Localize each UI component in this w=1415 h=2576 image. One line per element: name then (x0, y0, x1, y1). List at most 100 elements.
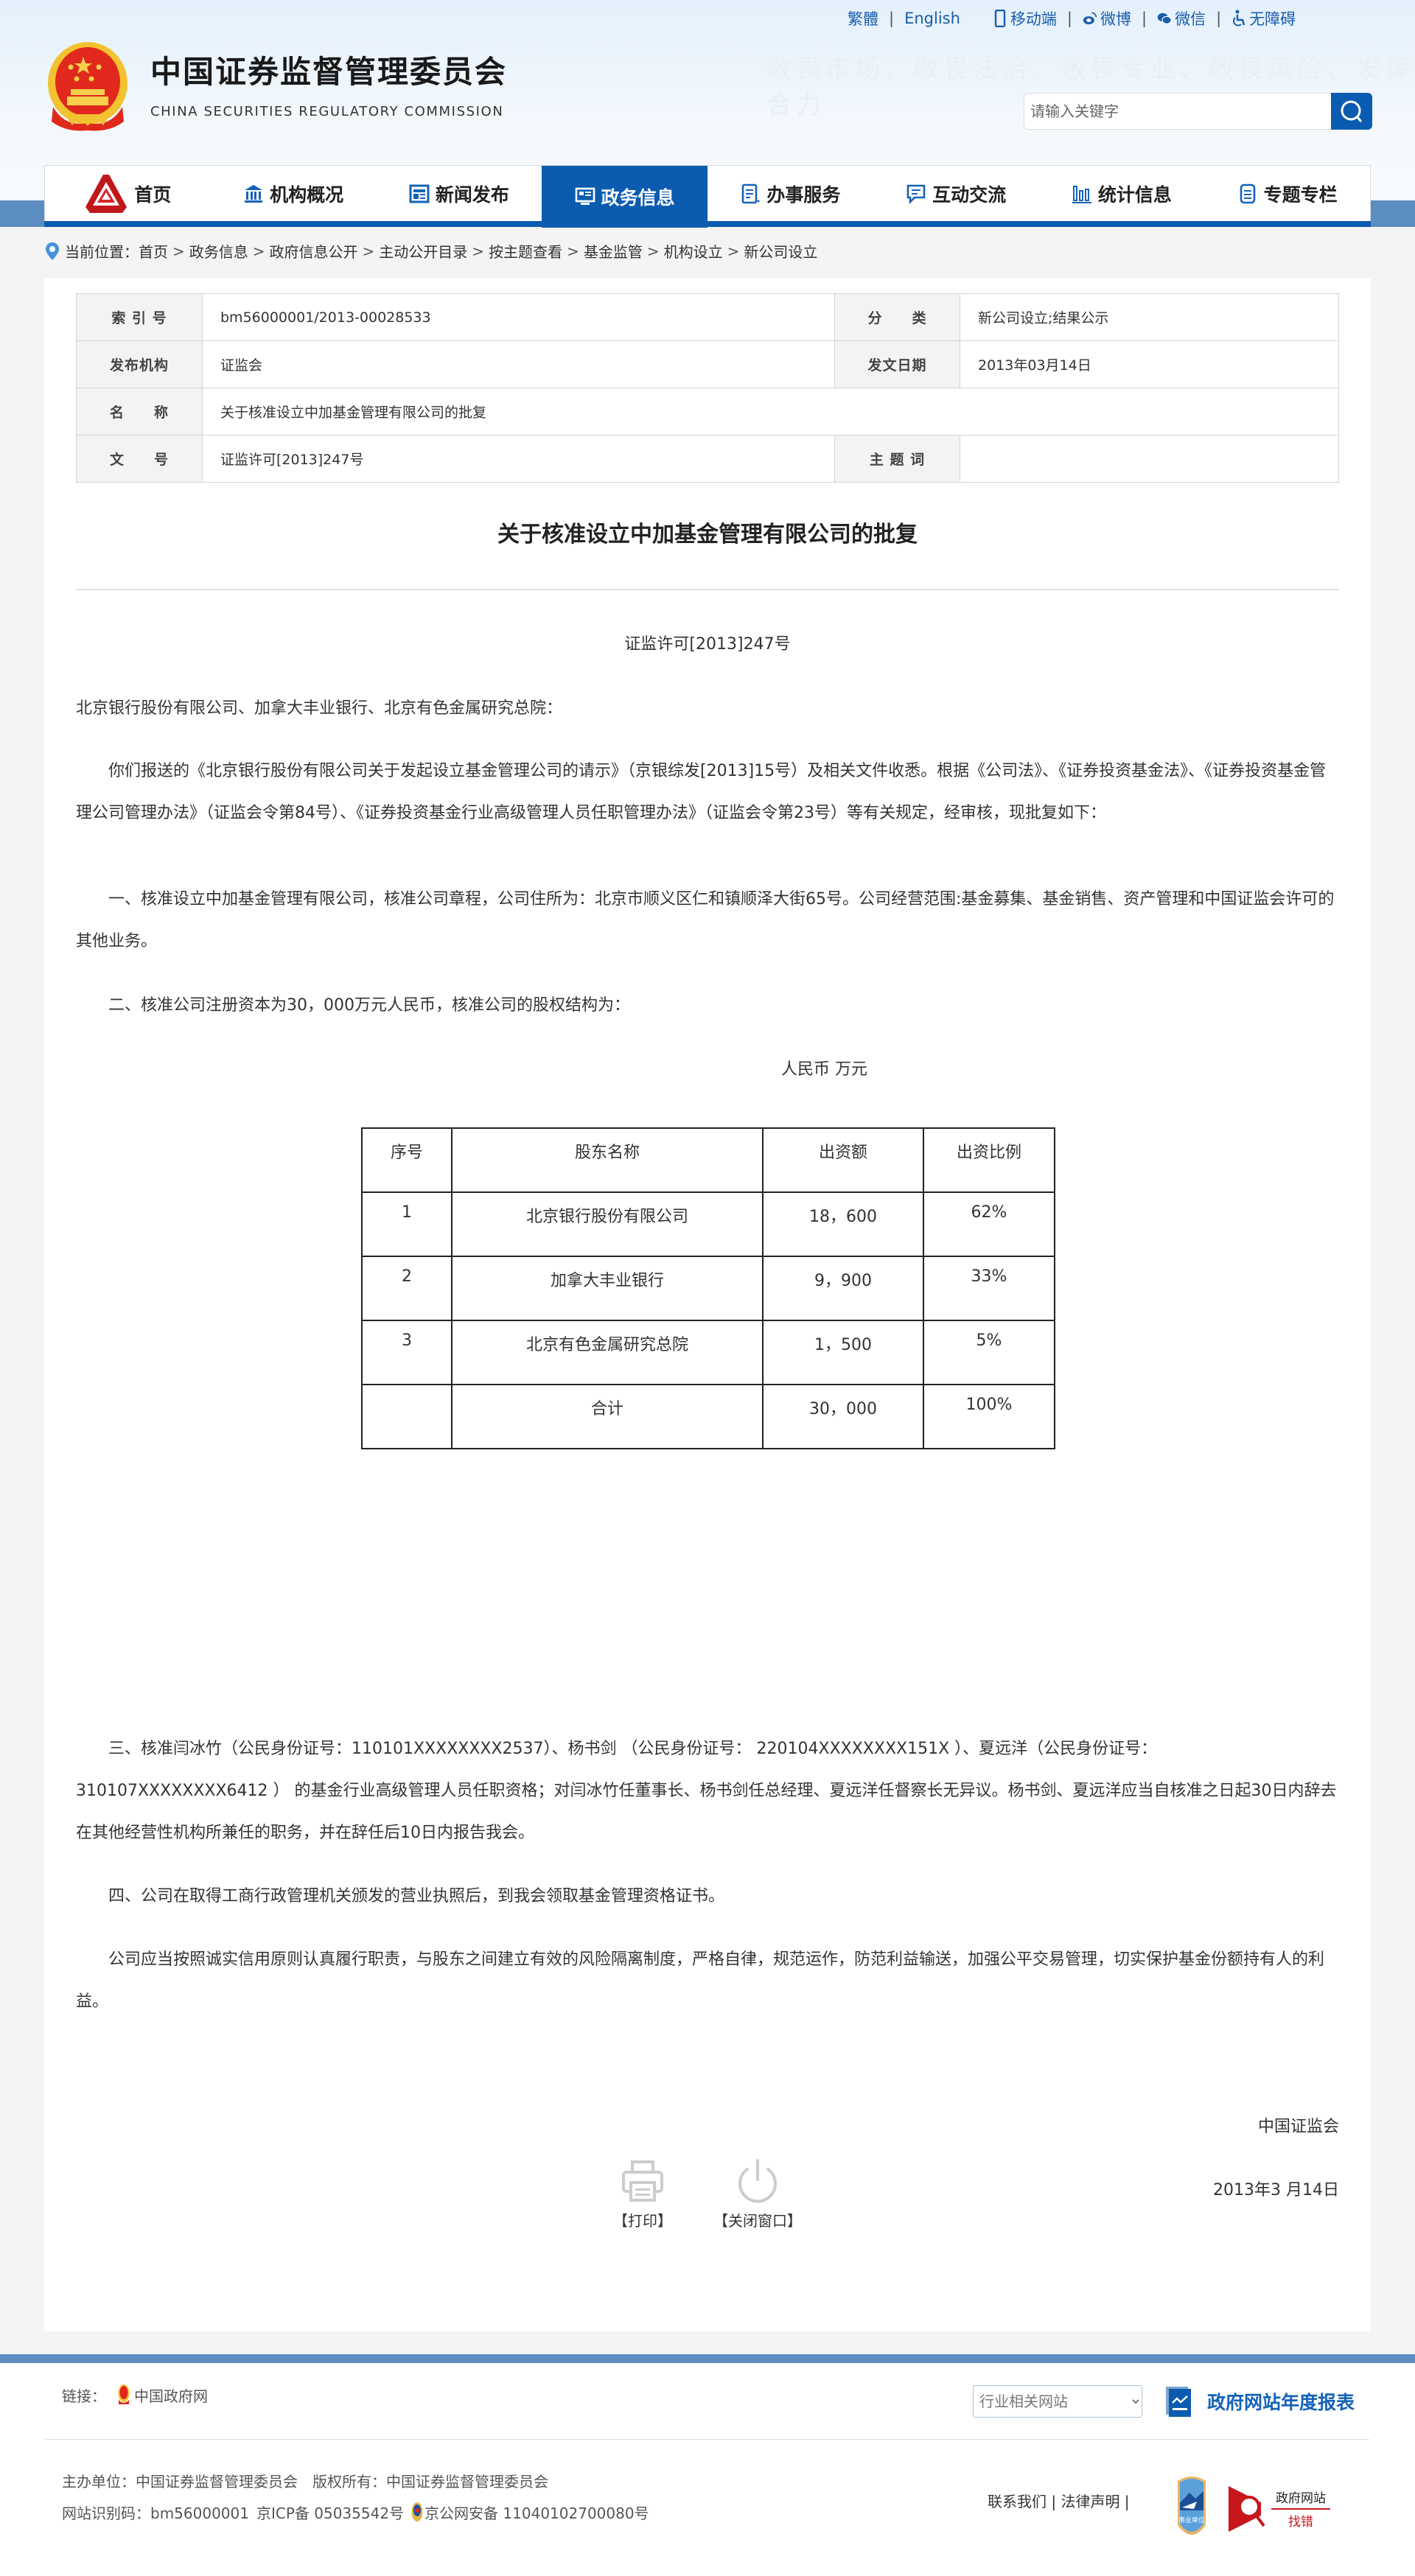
meta-row: 文 号 证监许可[2013]247号 主 题 词 (76, 435, 1339, 483)
wechat-link[interactable]: 微信 (1157, 7, 1206, 29)
mobile-icon (994, 10, 1006, 27)
nav-item-home[interactable]: 首页 (45, 166, 211, 222)
doc-no-label: 文 号 (76, 435, 203, 483)
category-label: 分 类 (834, 293, 960, 341)
english-link[interactable]: English (904, 10, 960, 27)
site-title-cn: 中国证券监督管理委员会 (150, 54, 508, 90)
name-value: 关于核准设立中加基金管理有限公司的批复 (202, 388, 1339, 435)
location-pin-icon (46, 242, 59, 260)
breadcrumb-separator: > (252, 242, 265, 260)
table-cell: 9，900 (762, 1256, 924, 1321)
traditional-chinese-link[interactable]: 繁體 (848, 7, 878, 29)
site-logo[interactable]: 中国证券监督管理委员会 CHINA SECURITIES REGULATORY … (43, 41, 507, 133)
table-cell: 1，500 (762, 1320, 924, 1385)
breadcrumb-separator: > (172, 242, 185, 260)
nav-item-statistics[interactable]: 统计信息 (1039, 166, 1205, 222)
separator: | (1216, 10, 1222, 27)
contact-link[interactable]: 联系我们 (988, 2493, 1047, 2510)
related-sites-select[interactable]: 行业相关网站 (973, 2385, 1142, 2418)
document-number: 证监许可[2013]247号 (624, 635, 791, 654)
legal-link[interactable]: 法律声明 (1061, 2493, 1119, 2510)
table-cell: 1 (361, 1191, 453, 1257)
mobile-link[interactable]: 移动端 (993, 7, 1057, 29)
table-cell: 33% (923, 1256, 1055, 1321)
breadcrumb-item[interactable]: 首页 (139, 240, 168, 262)
public-institution-badge-icon[interactable]: 事业单位 (1175, 2474, 1209, 2543)
breadcrumb-item[interactable]: 按主题查看 (489, 240, 562, 262)
date-label: 发文日期 (834, 340, 960, 388)
footer-divider (44, 2439, 1369, 2440)
accessibility-link[interactable]: 无障碍 (1231, 7, 1296, 29)
table-header-cell: 股东名称 (451, 1127, 764, 1193)
breadcrumb-item[interactable]: 机构设立 (664, 240, 723, 262)
name-label: 名 称 (76, 388, 203, 435)
breadcrumb-separator: > (567, 242, 579, 260)
table-cell: 北京有色金属研究总院 (451, 1320, 764, 1385)
badge-sub: 找错 (1288, 2515, 1313, 2530)
title-divider (76, 589, 1339, 590)
annual-report-label: 政府网站年度报表 (1207, 2392, 1355, 2413)
annual-report-link[interactable]: 政府网站年度报表 (1164, 2385, 1355, 2418)
topic-icon (1240, 183, 1255, 204)
wechat-icon (1157, 13, 1172, 24)
nav-item-institution[interactable]: 机构概况 (211, 166, 377, 222)
sponsor-text: 主办单位：中国证券监督管理委员会 (62, 2473, 298, 2491)
breadcrumb-item[interactable]: 主动公开目录 (379, 240, 467, 262)
site-title-en: CHINA SECURITIES REGULATORY COMMISSION (150, 104, 504, 119)
currency-unit: 人民币 万元 (781, 1060, 867, 1079)
table-header-cell: 序号 (361, 1127, 453, 1193)
table-cell: 30，000 (762, 1384, 924, 1449)
date-value: 2013年03月14日 (960, 340, 1339, 388)
nav-label: 首页 (134, 184, 172, 206)
footer-links: 链接： 中国政府网 (62, 2384, 208, 2406)
keywords-value (960, 435, 1339, 483)
statistics-icon (1072, 186, 1091, 203)
print-button[interactable]: 【打印】 (613, 2157, 672, 2230)
close-window-button[interactable]: 【关闭窗口】 (713, 2157, 802, 2230)
weibo-link[interactable]: 微博 (1083, 7, 1131, 29)
breadcrumb-item[interactable]: 政府信息公开 (270, 240, 358, 262)
gov-site-error-badge[interactable]: 政府网站 找错 (1227, 2485, 1338, 2533)
footer-info-line2: 网站识别码：bm56000001 京ICP备 05035542号 京公网安备 1… (62, 2501, 649, 2523)
breadcrumb-item[interactable]: 基金监管 (584, 240, 643, 262)
article-tools: 【打印】 【关闭窗口】 (44, 2157, 1371, 2230)
article-card: 索 引 号 bm56000001/2013-00028533 分 类 新公司设立… (44, 279, 1371, 2331)
nav-label: 机构概况 (270, 184, 344, 206)
document-title: 关于核准设立中加基金管理有限公司的批复 (497, 522, 918, 547)
weibo-label: 微博 (1100, 10, 1131, 28)
nav-label: 互动交流 (932, 184, 1007, 206)
copyright-text: 版权所有：中国证券监督管理委员会 (312, 2473, 548, 2491)
table-header-cell: 出资比例 (923, 1127, 1055, 1193)
table-cell: 合计 (451, 1384, 764, 1449)
report-icon (1166, 2387, 1191, 2417)
site-code-text: 网站识别码：bm56000001 (62, 2504, 249, 2522)
breadcrumb-item[interactable]: 政务信息 (189, 240, 248, 262)
nav-item-services[interactable]: 办事服务 (708, 166, 873, 222)
breadcrumb-separator: > (472, 242, 485, 260)
news-icon (409, 184, 430, 203)
breadcrumb-item-current[interactable]: 新公司设立 (744, 240, 817, 262)
table-total-row: 合计 30，000 100% (361, 1384, 1055, 1449)
mobile-label: 移动端 (1010, 10, 1057, 28)
nav-item-news[interactable]: 新闻发布 (377, 166, 542, 222)
nav-label: 新闻发布 (435, 184, 509, 206)
gov-link[interactable]: 中国政府网 (134, 2384, 208, 2406)
nav-item-gov-info[interactable]: 政务信息 (542, 166, 708, 228)
index-no-label: 索 引 号 (76, 293, 203, 341)
keywords-label: 主 题 词 (834, 435, 960, 483)
table-cell: 18，600 (762, 1191, 924, 1257)
table-cell: 5% (923, 1320, 1055, 1385)
breadcrumb-label: 当前位置： (65, 243, 139, 261)
table-cell: 2 (361, 1256, 453, 1321)
chat-icon (906, 184, 926, 204)
nav-label: 政务信息 (601, 187, 675, 209)
csrc-logo-icon (85, 175, 127, 213)
footer-contact: 联系我们 | 法律声明 | (988, 2493, 1130, 2510)
nav-item-interaction[interactable]: 互动交流 (873, 166, 1039, 222)
police-record-link[interactable]: 京公网安备 11040102700080号 (424, 2502, 649, 2523)
search-input[interactable] (1024, 93, 1331, 130)
icp-link[interactable]: 京ICP备 05035542号 (256, 2502, 404, 2523)
search-button[interactable] (1331, 93, 1372, 130)
nav-item-topics[interactable]: 专题专栏 (1204, 166, 1370, 222)
table-header-cell: 出资额 (762, 1127, 924, 1193)
